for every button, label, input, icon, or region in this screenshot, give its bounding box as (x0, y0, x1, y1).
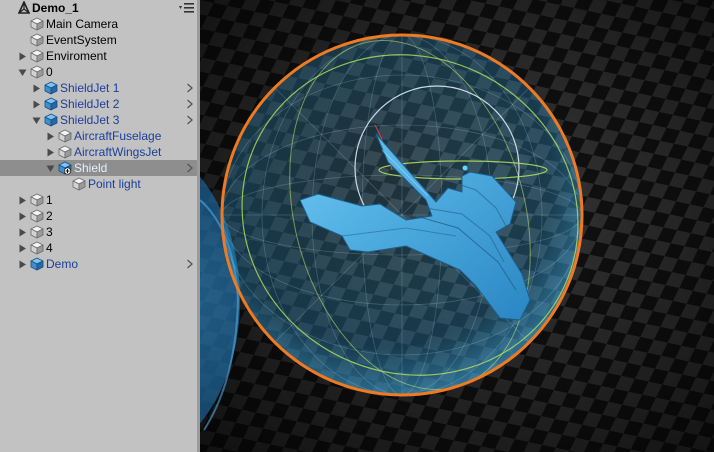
prefab-cube-add-icon (58, 161, 72, 175)
prefab-cube-icon (30, 257, 44, 271)
open-prefab-arrow-icon[interactable] (186, 83, 194, 93)
hierarchy-item-label: 2 (46, 209, 53, 223)
hierarchy-item-shield[interactable]: Shield (0, 160, 200, 176)
gameobject-cube-icon (58, 145, 72, 159)
hierarchy-item-shieldjet-3[interactable]: ShieldJet 3 (0, 112, 200, 128)
hierarchy-item-point-light[interactable]: Point light (0, 176, 200, 192)
hierarchy-item-label: 3 (46, 225, 53, 239)
gameobject-cube-icon (30, 225, 44, 239)
gameobject-cube-icon (72, 177, 86, 191)
scene-render (200, 0, 714, 452)
gameobject-cube-icon (30, 65, 44, 79)
hierarchy-item-4[interactable]: 4 (0, 240, 200, 256)
gameobject-cube-icon (30, 209, 44, 223)
context-menu-icon[interactable] (179, 2, 195, 14)
fold-collapsed-icon[interactable] (32, 100, 41, 109)
gameobject-cube-icon (30, 33, 44, 47)
hierarchy-item-3[interactable]: 3 (0, 224, 200, 240)
open-prefab-arrow-icon[interactable] (186, 163, 194, 173)
fold-collapsed-icon[interactable] (18, 260, 27, 269)
hierarchy-item-label: AircraftFuselage (74, 129, 162, 143)
hierarchy-item-label: 0 (46, 65, 53, 79)
hierarchy-item-eventsystem[interactable]: EventSystem (0, 32, 200, 48)
hierarchy-item-2[interactable]: 2 (0, 208, 200, 224)
unity-scene-icon (17, 1, 31, 14)
hierarchy-item-label: Main Camera (46, 17, 119, 31)
gameobject-cube-icon (58, 129, 72, 143)
fold-expanded-icon[interactable] (32, 116, 41, 125)
point-light-gizmo[interactable] (462, 165, 468, 171)
fold-collapsed-icon[interactable] (32, 84, 41, 93)
scene-view[interactable] (200, 0, 714, 452)
hierarchy-item-main-camera[interactable]: Main Camera (0, 16, 200, 32)
hierarchy-item-shieldjet-2[interactable]: ShieldJet 2 (0, 96, 200, 112)
open-prefab-arrow-icon[interactable] (186, 115, 194, 125)
hierarchy-item-aircraftfuselage[interactable]: AircraftFuselage (0, 128, 200, 144)
fold-collapsed-icon[interactable] (18, 244, 27, 253)
fold-collapsed-icon[interactable] (46, 148, 55, 157)
open-prefab-arrow-icon[interactable] (186, 259, 194, 269)
unity-editor: Demo_1 Main Camera EventSystem Enviroment 0… (0, 0, 714, 452)
hierarchy-item-label: AircraftWingsJet (74, 145, 162, 159)
prefab-cube-icon (44, 113, 58, 127)
hierarchy-item-label: Point light (88, 177, 141, 191)
gameobject-cube-icon (30, 193, 44, 207)
fold-collapsed-icon[interactable] (46, 132, 55, 141)
hierarchy-item-label: Shield (74, 161, 108, 175)
hierarchy-tree: Main Camera EventSystem Enviroment 0 ShieldJ… (0, 16, 200, 272)
fold-collapsed-icon[interactable] (18, 196, 27, 205)
prefab-cube-icon (44, 81, 58, 95)
hierarchy-item-0[interactable]: 0 (0, 64, 200, 80)
fold-expanded-icon[interactable] (18, 68, 27, 77)
open-prefab-arrow-icon[interactable] (186, 99, 194, 109)
hierarchy-panel: Demo_1 Main Camera EventSystem Enviroment 0… (0, 0, 200, 452)
hierarchy-item-label: 4 (46, 241, 53, 255)
hierarchy-item-label: ShieldJet 3 (60, 113, 120, 127)
hierarchy-item-shieldjet-1[interactable]: ShieldJet 1 (0, 80, 200, 96)
fold-collapsed-icon[interactable] (18, 228, 27, 237)
hierarchy-item-1[interactable]: 1 (0, 192, 200, 208)
scene-title: Demo_1 (32, 1, 79, 15)
gameobject-cube-icon (30, 241, 44, 255)
hierarchy-item-demo[interactable]: Demo (0, 256, 200, 272)
gameobject-cube-icon (30, 17, 44, 31)
hierarchy-item-label: 1 (46, 193, 53, 207)
fold-collapsed-icon[interactable] (18, 212, 27, 221)
fold-expanded-icon[interactable] (46, 164, 55, 173)
prefab-cube-icon (44, 97, 58, 111)
hierarchy-item-label: EventSystem (46, 33, 117, 47)
gameobject-cube-icon (30, 49, 44, 63)
scene-header[interactable]: Demo_1 (0, 0, 200, 16)
hierarchy-item-enviroment[interactable]: Enviroment (0, 48, 200, 64)
hierarchy-item-label: ShieldJet 2 (60, 97, 120, 111)
hierarchy-item-label: Enviroment (46, 49, 107, 63)
hierarchy-item-aircraftwingsjet[interactable]: AircraftWingsJet (0, 144, 200, 160)
fold-collapsed-icon[interactable] (18, 52, 27, 61)
hierarchy-item-label: ShieldJet 1 (60, 81, 120, 95)
hierarchy-item-label: Demo (46, 257, 79, 271)
